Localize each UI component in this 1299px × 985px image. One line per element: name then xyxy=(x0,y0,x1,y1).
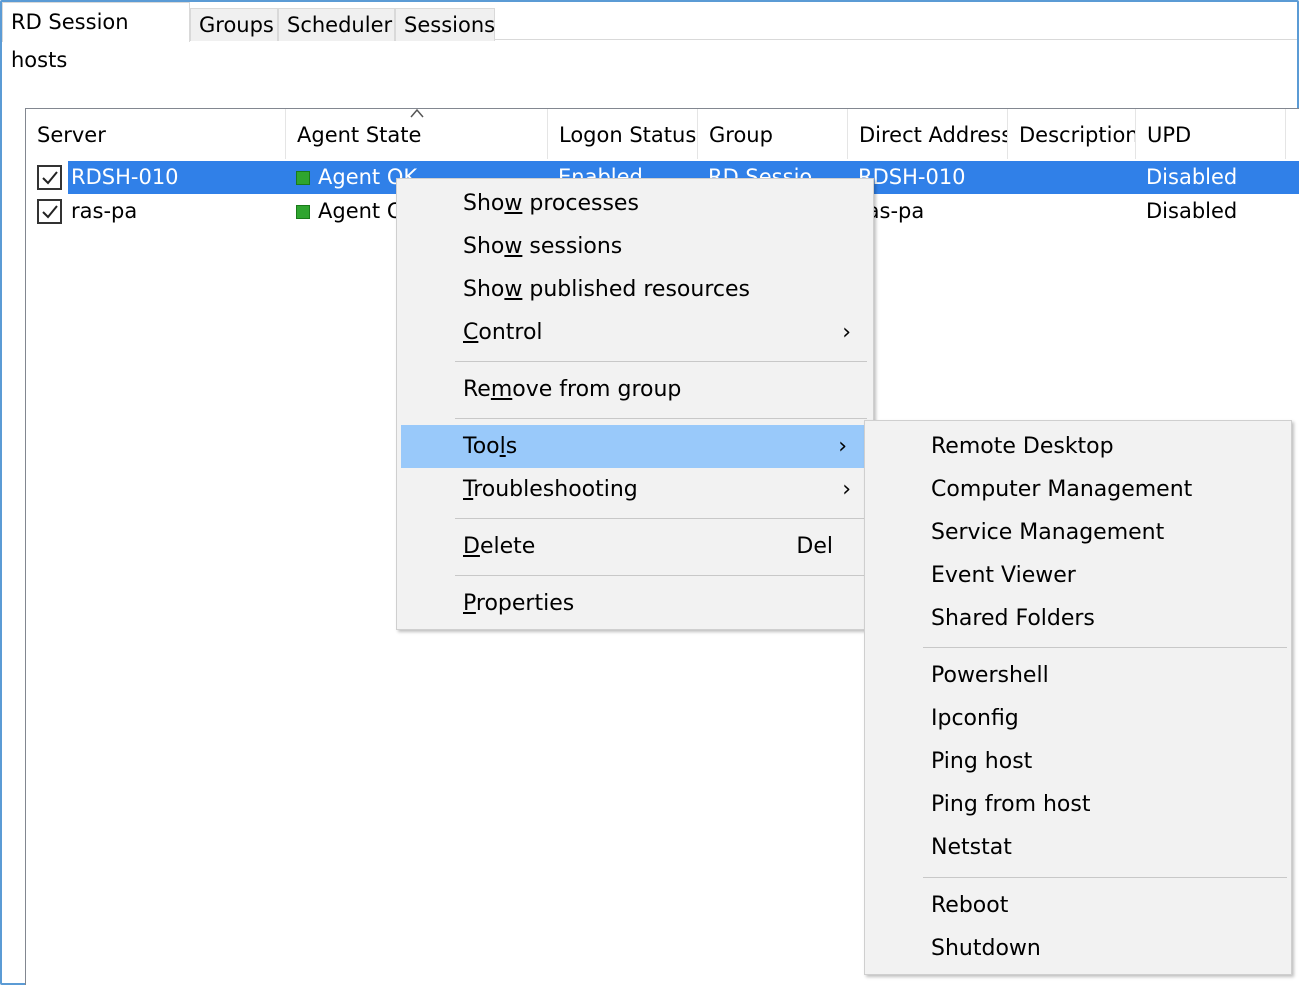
menu-separator xyxy=(923,877,1287,878)
menu-item-ping-host[interactable]: Ping host xyxy=(865,740,1291,783)
sort-ascending-icon xyxy=(410,108,424,118)
menu-item-delete[interactable]: Delete Del xyxy=(397,525,873,568)
menu-item-computer-management[interactable]: Computer Management xyxy=(865,468,1291,511)
menu-separator xyxy=(455,418,867,419)
menu-item-show-sessions[interactable]: Show sessions xyxy=(397,225,873,268)
menu-item-troubleshooting[interactable]: Troubleshooting › xyxy=(397,468,873,511)
menu-item-label: Properties xyxy=(463,591,575,616)
menu-item-label: Tools xyxy=(463,434,518,459)
menu-item-label: Remove from group xyxy=(463,377,682,402)
context-menu: Show processes Show sessions Show publis… xyxy=(396,178,874,630)
menu-item-netstat[interactable]: Netstat xyxy=(865,826,1291,869)
chevron-right-icon: › xyxy=(842,477,851,502)
menu-item-label: Ipconfig xyxy=(931,706,1019,731)
tab-rd-session-hosts[interactable]: RD Session hosts xyxy=(2,2,190,72)
menu-item-remote-desktop[interactable]: Remote Desktop xyxy=(865,425,1291,468)
menu-item-label: Service Management xyxy=(931,520,1165,545)
menu-item-label: Show published resources xyxy=(463,277,750,302)
menu-item-tools[interactable]: Tools › xyxy=(401,425,865,468)
menu-item-service-management[interactable]: Service Management xyxy=(865,511,1291,554)
menu-item-label: Ping from host xyxy=(931,792,1091,817)
menu-item-label: Netstat xyxy=(931,835,1012,860)
menu-item-reboot[interactable]: Reboot xyxy=(865,884,1291,927)
menu-item-label: Shared Folders xyxy=(931,606,1095,631)
row-checkbox[interactable] xyxy=(37,165,62,190)
tab-label: Scheduler xyxy=(287,13,393,37)
tab-groups[interactable]: Groups xyxy=(190,8,278,41)
chevron-right-icon: › xyxy=(842,320,851,345)
shortcut-label: Del xyxy=(796,534,833,559)
menu-item-label: Ping host xyxy=(931,749,1033,774)
menu-item-label: Reboot xyxy=(931,893,1009,918)
menu-item-properties[interactable]: Properties xyxy=(397,582,873,625)
menu-item-label: Computer Management xyxy=(931,477,1193,502)
menu-item-label: Event Viewer xyxy=(931,563,1076,588)
menu-separator xyxy=(455,361,867,362)
col-description[interactable]: Description xyxy=(1008,109,1136,159)
tab-label: Groups xyxy=(199,13,274,37)
tab-sessions[interactable]: Sessions xyxy=(395,8,495,41)
checkmark-icon xyxy=(42,171,58,185)
col-upd[interactable]: UPD xyxy=(1136,109,1286,159)
menu-item-shared-folders[interactable]: Shared Folders xyxy=(865,597,1291,640)
cell-upd: Disabled xyxy=(1146,165,1238,189)
tab-scheduler[interactable]: Scheduler xyxy=(278,8,395,41)
menu-item-label: Show processes xyxy=(463,191,639,216)
menu-item-label: Shutdown xyxy=(931,936,1041,961)
menu-item-label: Remote Desktop xyxy=(931,434,1114,459)
checkmark-icon xyxy=(42,205,58,219)
tab-strip: RD Session hosts Groups Scheduler Sessio… xyxy=(2,2,1297,72)
menu-item-label: Show sessions xyxy=(463,234,623,259)
col-direct-address[interactable]: Direct Address xyxy=(848,109,1008,159)
cell-server: RDSH-010 xyxy=(71,165,179,189)
menu-item-powershell[interactable]: Powershell xyxy=(865,654,1291,697)
agent-ok-icon xyxy=(296,205,310,219)
menu-separator xyxy=(923,647,1287,648)
menu-item-label: Delete xyxy=(463,534,536,559)
tab-label: Sessions xyxy=(404,13,496,37)
menu-item-control[interactable]: Control › xyxy=(397,311,873,354)
menu-item-show-processes[interactable]: Show processes xyxy=(397,182,873,225)
row-checkbox[interactable] xyxy=(37,199,62,224)
menu-item-ipconfig[interactable]: Ipconfig xyxy=(865,697,1291,740)
cell-server: ras-pa xyxy=(71,199,138,223)
menu-item-event-viewer[interactable]: Event Viewer xyxy=(865,554,1291,597)
menu-item-ping-from-host[interactable]: Ping from host xyxy=(865,783,1291,826)
menu-item-show-published-resources[interactable]: Show published resources xyxy=(397,268,873,311)
cell-upd: Disabled xyxy=(1146,199,1238,223)
menu-item-remove-from-group[interactable]: Remove from group xyxy=(397,368,873,411)
menu-item-shutdown[interactable]: Shutdown xyxy=(865,927,1291,970)
menu-separator xyxy=(455,518,867,519)
menu-separator xyxy=(455,575,867,576)
menu-item-label: Control xyxy=(463,320,543,345)
col-group[interactable]: Group xyxy=(698,109,848,159)
cell-direct-address: RDSH-010 xyxy=(858,165,966,189)
column-header: Server Agent State Logon Status Group Di… xyxy=(26,108,1299,159)
tools-submenu: Remote Desktop Computer Management Servi… xyxy=(864,420,1292,975)
menu-item-label: Troubleshooting xyxy=(463,477,638,502)
col-server[interactable]: Server xyxy=(26,109,286,159)
menu-item-label: Powershell xyxy=(931,663,1049,688)
agent-ok-icon xyxy=(296,171,310,185)
chevron-right-icon: › xyxy=(838,434,847,459)
col-logon-status[interactable]: Logon Status xyxy=(548,109,698,159)
